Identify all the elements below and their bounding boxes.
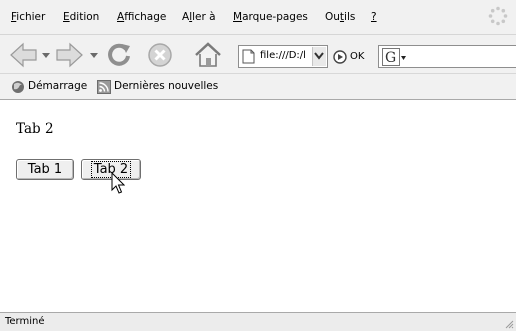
page-heading: Tab 2 (16, 121, 54, 137)
menu-marque-pages[interactable]: Marque-pages (233, 11, 308, 23)
bookmark-demarrage[interactable]: Démarrage (28, 80, 87, 92)
menu-bar: Fichier Edition Affichage Aller à Marque… (0, 0, 516, 35)
back-history-chevron-icon[interactable] (42, 53, 50, 59)
status-bar: Terminé (0, 312, 516, 331)
reload-icon[interactable] (104, 40, 134, 70)
page-document-icon (242, 49, 255, 64)
menu-affichage[interactable]: Affichage (117, 11, 166, 23)
menu-aller-a[interactable]: Aller à (182, 11, 216, 23)
bookmarks-toolbar: Démarrage Dernières nouvelles (0, 74, 516, 100)
menu-fichier[interactable]: Fichier (11, 11, 45, 23)
status-text: Terminé (5, 316, 45, 327)
chevron-down-icon (314, 52, 324, 60)
stop-icon[interactable] (145, 40, 175, 70)
resize-grip-icon[interactable] (504, 319, 514, 329)
url-history-dropdown[interactable] (312, 47, 326, 66)
tab-1-button[interactable]: Tab 1 (16, 159, 74, 180)
mouse-cursor-icon (111, 172, 125, 194)
forward-history-chevron-icon[interactable] (90, 53, 98, 59)
rss-feed-icon (97, 80, 111, 94)
url-bar[interactable]: file:///D:/l (238, 45, 328, 68)
forward-arrow-icon[interactable] (54, 41, 86, 69)
back-arrow-icon[interactable] (7, 41, 39, 69)
page-content: Tab 2 Tab 1 Tab 2 (0, 101, 516, 312)
url-input[interactable]: file:///D:/l (260, 50, 312, 61)
home-icon[interactable] (192, 40, 224, 70)
search-engine-letter: G (385, 50, 396, 66)
search-box[interactable]: G (378, 45, 516, 68)
firefox-bookmark-icon (12, 81, 24, 93)
bookmark-dernieres-nouvelles[interactable]: Dernières nouvelles (114, 80, 218, 92)
menu-edition[interactable]: Edition (63, 11, 99, 23)
search-engine-icon[interactable]: G (382, 48, 406, 66)
menu-aide[interactable]: ? (371, 11, 377, 23)
menu-outils[interactable]: Outils (325, 11, 355, 23)
go-button[interactable]: OK (350, 51, 364, 62)
throbber-icon (488, 6, 508, 26)
go-icon[interactable] (333, 50, 347, 64)
